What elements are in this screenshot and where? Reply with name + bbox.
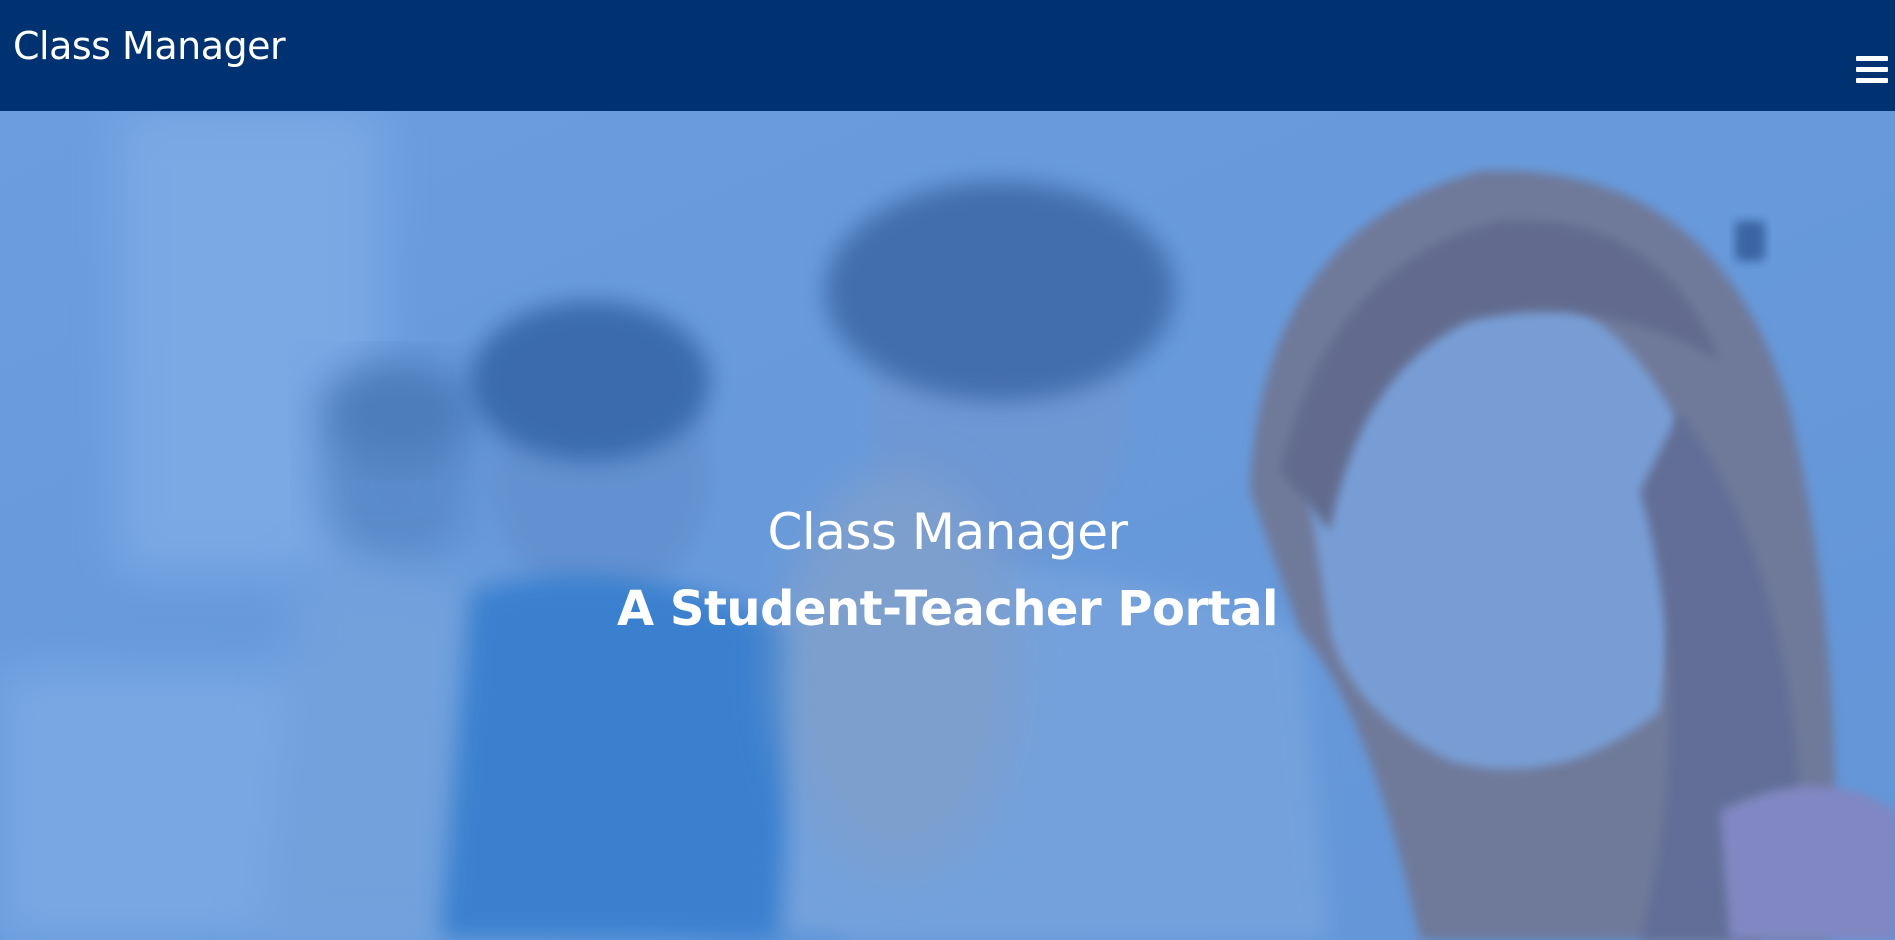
- hero-title: Class Manager: [767, 503, 1128, 561]
- menu-toggle-button[interactable]: [1853, 52, 1891, 90]
- top-navbar: Class Manager: [0, 0, 1895, 111]
- hamburger-menu-icon: [1853, 52, 1891, 90]
- hero-section: Class Manager A Student-Teacher Portal: [0, 111, 1895, 940]
- hero-subtitle: A Student-Teacher Portal: [617, 581, 1278, 637]
- brand-link[interactable]: Class Manager: [13, 24, 286, 70]
